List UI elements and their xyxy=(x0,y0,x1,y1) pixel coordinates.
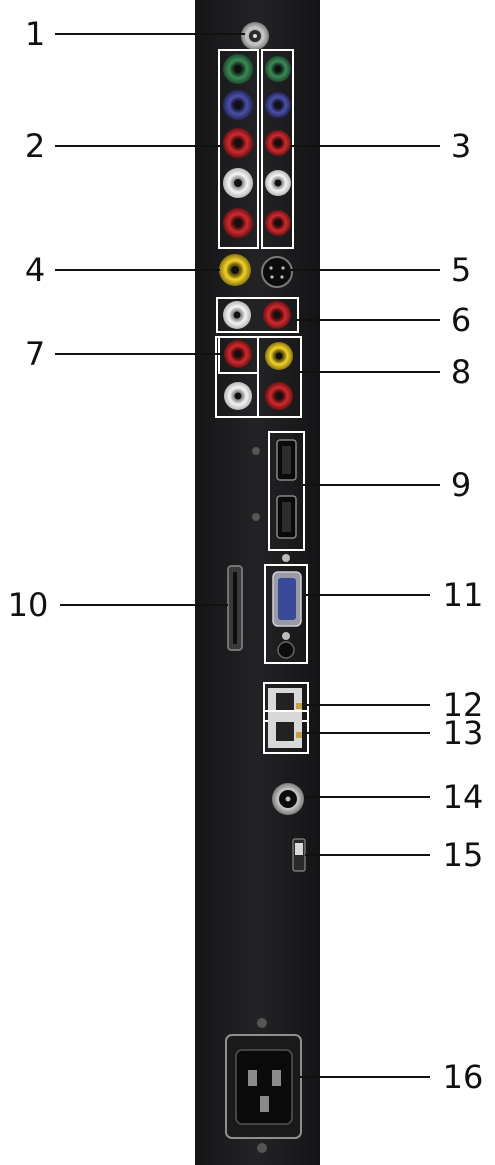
rca-jack-white xyxy=(223,301,251,329)
rca-jack-white xyxy=(265,170,291,196)
callout-number-6: 6 xyxy=(451,301,471,339)
rca-jack-green xyxy=(223,54,253,84)
rj45-port-lower xyxy=(263,710,309,754)
hdmi-port xyxy=(276,439,297,481)
screw xyxy=(252,513,260,521)
s-video-jack xyxy=(261,256,293,288)
card-slot xyxy=(227,565,243,651)
callout-number-1: 1 xyxy=(25,15,45,53)
callout-number-10: 10 xyxy=(8,586,49,624)
screw xyxy=(257,1143,267,1153)
rca-jack-red xyxy=(263,301,291,329)
callout-number-15: 15 xyxy=(443,836,484,874)
screw xyxy=(257,1018,267,1028)
callout-number-5: 5 xyxy=(451,251,471,289)
slide-switch xyxy=(292,838,306,872)
callout-number-9: 9 xyxy=(451,466,471,504)
round-dc-jack xyxy=(272,783,304,815)
callout-number-2: 2 xyxy=(25,127,45,165)
callout-number-8: 8 xyxy=(451,353,471,391)
rca-jack-red xyxy=(265,210,291,236)
screw xyxy=(252,447,260,455)
rj45-port-upper xyxy=(263,682,309,722)
rca-jack-yellow xyxy=(265,342,293,370)
callout-number-16: 16 xyxy=(443,1058,484,1096)
callout-number-13: 13 xyxy=(443,714,484,752)
rca-jack-red xyxy=(265,382,293,410)
callout-number-7: 7 xyxy=(25,335,45,373)
composite-video-jack xyxy=(219,254,251,286)
callout-number-14: 14 xyxy=(443,778,484,816)
callout-number-11: 11 xyxy=(443,576,484,614)
callout-number-3: 3 xyxy=(451,127,471,165)
connector-panel-diagram: 1 2 3 4 5 6 7 8 9 10 11 12 13 14 15 16 xyxy=(8,0,484,1165)
rca-jack-red xyxy=(223,128,253,158)
rca-jack-red xyxy=(265,130,291,156)
rca-jack-white xyxy=(223,168,253,198)
rca-jack-white xyxy=(224,382,252,410)
rca-jack-blue xyxy=(223,90,253,120)
rca-jack-blue xyxy=(265,92,291,118)
ac-power-inlet xyxy=(225,1034,302,1139)
hdmi-port xyxy=(276,495,297,539)
rca-jack-green xyxy=(265,56,291,82)
rca-jack-red xyxy=(223,208,253,238)
callout-number-4: 4 xyxy=(25,251,45,289)
coax-connector xyxy=(241,22,269,50)
